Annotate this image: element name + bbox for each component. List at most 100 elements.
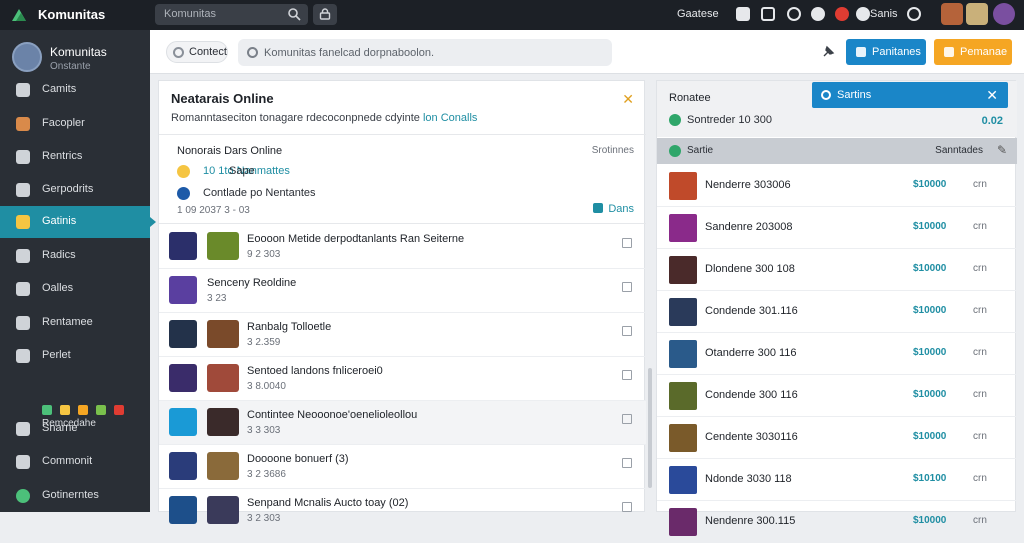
profile-avatar[interactable] bbox=[993, 3, 1015, 25]
close-icon[interactable]: ✕ bbox=[622, 91, 634, 108]
top-bar: Komunitas Komunitas Gaatese Sanis bbox=[0, 0, 1024, 30]
row-unit: crn bbox=[973, 389, 987, 400]
item-checkbox[interactable] bbox=[622, 370, 632, 380]
emoji-icon[interactable] bbox=[96, 405, 106, 415]
table-row[interactable]: Condende 300 116 $10000 crn bbox=[657, 375, 1017, 417]
sidebar-item-rentrics[interactable]: Rentrics bbox=[0, 141, 150, 173]
online-panel: Neatarais Online Romanntaseciton tonagar… bbox=[158, 80, 646, 533]
table-row[interactable]: Condende 301.116 $10000 crn bbox=[657, 291, 1017, 333]
logo-icon bbox=[12, 9, 26, 21]
list-item[interactable]: Contintee Neooonoe'oenelioleollou 3 3 303 bbox=[159, 401, 646, 445]
table-row[interactable]: Nendenre 300.115 $10000 crn bbox=[657, 501, 1017, 543]
item-checkbox[interactable] bbox=[622, 414, 632, 424]
search-input[interactable]: Komunitas fanelcad dorpnaboolon. bbox=[238, 39, 612, 66]
emoji-row bbox=[42, 405, 142, 417]
row-unit: crn bbox=[973, 431, 987, 442]
table-row[interactable]: Cendente 3030116 $10000 crn bbox=[657, 417, 1017, 459]
avatar[interactable] bbox=[941, 3, 963, 25]
search-icon bbox=[247, 47, 258, 58]
card-action-button[interactable]: Dans bbox=[593, 203, 634, 215]
item-checkbox[interactable] bbox=[622, 502, 632, 512]
scrollbar[interactable] bbox=[648, 368, 652, 488]
top-label[interactable]: Gaatese bbox=[677, 8, 719, 20]
column-left-label[interactable]: Sartie bbox=[687, 145, 713, 156]
item-checkbox[interactable] bbox=[622, 282, 632, 292]
search-icon[interactable] bbox=[287, 7, 301, 21]
table-row[interactable]: Nenderre 303006 $10000 crn bbox=[657, 165, 1017, 207]
list-item[interactable]: Sentoed landons fnliceroei0 3 8.0040 bbox=[159, 357, 646, 401]
sidebar-item-gotinerntes[interactable]: Gotinerntes bbox=[0, 480, 150, 512]
emoji-icon[interactable] bbox=[60, 405, 70, 415]
table-row[interactable]: Otanderre 300 116 $10000 crn bbox=[657, 333, 1017, 375]
online-card-right-label[interactable]: Srotinnes bbox=[592, 145, 634, 156]
panel-subtitle-link[interactable]: lon Conalls bbox=[423, 112, 477, 124]
list-item[interactable]: Eoooon Metide derpodtanlants Ran Seitern… bbox=[159, 225, 646, 269]
table-row[interactable]: Dlondene 300 108 $10000 crn bbox=[657, 249, 1017, 291]
sidebar-user-status: Onstante bbox=[50, 61, 91, 72]
sidebar-item-gerpodrits[interactable]: Gerpodrits bbox=[0, 174, 150, 206]
rocket-icon bbox=[16, 422, 30, 436]
sidebar-item-camits[interactable]: Camits bbox=[0, 74, 150, 106]
item-checkbox[interactable] bbox=[622, 326, 632, 336]
sidebar-item-radics[interactable]: Radics bbox=[0, 240, 150, 272]
avatar[interactable] bbox=[966, 3, 988, 25]
row-unit: crn bbox=[973, 515, 987, 526]
sidebar-item-facopler[interactable]: Facopler bbox=[0, 108, 150, 140]
puzzle-icon[interactable] bbox=[736, 7, 750, 21]
list-item[interactable]: Doooone bonuerf (3) 3 2 3686 bbox=[159, 445, 646, 489]
sidebar-user[interactable]: Komunitas Onstante bbox=[0, 38, 150, 78]
card-date: 1 09 2037 3 - 03 bbox=[177, 205, 250, 216]
list-item-meta: 9 2 303 bbox=[247, 249, 281, 260]
lock-button[interactable] bbox=[313, 4, 337, 25]
primary-button-label: Panitanes bbox=[872, 46, 921, 58]
emoji-icon[interactable] bbox=[78, 405, 88, 415]
sort-icon[interactable]: ✎ bbox=[997, 143, 1007, 157]
table-row[interactable]: Sandenre 203008 $10000 crn bbox=[657, 207, 1017, 249]
sidebar-item-gatinis[interactable]: Gatinis bbox=[0, 206, 156, 238]
thumbnail bbox=[669, 466, 697, 494]
alert-icon[interactable] bbox=[835, 7, 849, 21]
sidebar-item-rentamee[interactable]: Rentamee bbox=[0, 307, 150, 339]
item-checkbox[interactable] bbox=[622, 458, 632, 468]
emoji-icon[interactable] bbox=[114, 405, 124, 415]
grid-icon[interactable] bbox=[761, 7, 775, 21]
pin-icon[interactable] bbox=[821, 45, 835, 59]
row-unit: crn bbox=[973, 473, 987, 484]
lock-icon bbox=[319, 8, 331, 20]
primary-button[interactable]: Panitanes bbox=[846, 39, 926, 65]
list-item[interactable]: Senceny Reoldine 3 23 bbox=[159, 269, 646, 313]
row-name: Nenderre 303006 bbox=[705, 179, 791, 191]
emoji-icon[interactable] bbox=[42, 405, 52, 415]
sidebar-item-perlet[interactable]: Perlet bbox=[0, 340, 150, 372]
close-icon[interactable]: ✕ bbox=[986, 87, 998, 104]
contact-button[interactable]: Contect bbox=[166, 41, 228, 63]
list-item-meta: 3 2 3686 bbox=[247, 469, 286, 480]
sidebar-item-label: Radics bbox=[42, 249, 76, 261]
list-item[interactable]: Ranbalg Tolloetle 3 2.359 bbox=[159, 313, 646, 357]
user-icon bbox=[16, 117, 30, 131]
game-icon[interactable] bbox=[787, 7, 801, 21]
card-line-text: Contlade po Nentantes bbox=[203, 187, 316, 199]
sidebar-item-label: Oalles bbox=[42, 282, 74, 294]
panel-subtitle-text: Romanntaseciton tonagare rdecoconpnede c… bbox=[171, 112, 420, 124]
list-item[interactable]: Senpand Mcnalis Aucto toay (02) 3 2 303 bbox=[159, 489, 646, 533]
secondary-button[interactable]: Pemanae bbox=[934, 39, 1012, 65]
top-user-name[interactable]: Sanis bbox=[870, 8, 898, 20]
settings-icon[interactable] bbox=[907, 7, 921, 21]
column-right-label[interactable]: Sanntades bbox=[935, 145, 983, 156]
top-search-input[interactable]: Komunitas bbox=[155, 4, 308, 25]
toast-label: Sartins bbox=[837, 89, 872, 101]
thumbnail bbox=[207, 232, 239, 260]
avatar bbox=[169, 408, 197, 436]
table-row[interactable]: Ndonde 3030 118 $10100 crn bbox=[657, 459, 1017, 501]
user-icon[interactable] bbox=[856, 7, 870, 21]
item-checkbox[interactable] bbox=[622, 238, 632, 248]
sidebar-item-oalles[interactable]: Oalles bbox=[0, 273, 150, 305]
thumbnail bbox=[207, 408, 239, 436]
avatar bbox=[169, 232, 197, 260]
right-panel: Ronatee Sontreder 10 300 0.02 Sartie San… bbox=[656, 80, 1017, 543]
info-icon bbox=[821, 90, 831, 100]
sidebar-item-commonit[interactable]: Commonit bbox=[0, 446, 150, 478]
notification-icon[interactable] bbox=[811, 7, 825, 21]
list-item-meta: 3 3 303 bbox=[247, 425, 281, 436]
